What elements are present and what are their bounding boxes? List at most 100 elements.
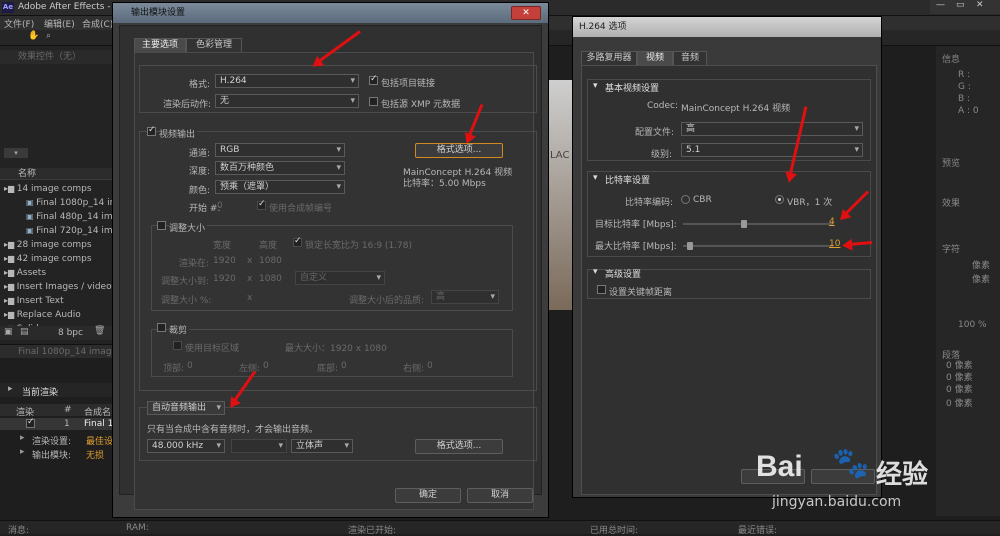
include-project-link-checkbox[interactable] [369, 74, 378, 85]
crop-bottom-value[interactable]: 0 [341, 361, 347, 371]
composition-icon: ▣ [26, 198, 37, 207]
effects-tab[interactable]: 效果 [942, 196, 960, 209]
cancel-button[interactable]: 取消 [467, 488, 533, 503]
menu-file[interactable]: 文件(F) [4, 17, 34, 30]
max-bitrate-value[interactable]: 10 [829, 239, 840, 249]
resize-label: 调整大小 [169, 221, 208, 234]
crop-left-value[interactable]: 0 [263, 361, 269, 371]
audio-format-options-button[interactable]: 格式选项... [415, 439, 503, 454]
hand-tool-icon[interactable]: ✋ [28, 31, 39, 41]
lock-aspect-checkbox[interactable] [293, 236, 302, 247]
output-module-close-button[interactable]: ✕ [511, 6, 541, 20]
post-render-select[interactable]: 无 [215, 94, 359, 108]
menu-edit[interactable]: 编辑(E) [44, 17, 75, 30]
composition-preview: LAC [548, 80, 574, 310]
maximize-icon[interactable]: ▭ [956, 0, 965, 10]
depth-select[interactable]: 数百万种颜色 [215, 161, 345, 175]
project-item[interactable]: ▸▆ Replace Audio [0, 308, 118, 322]
max-bitrate-slider[interactable] [683, 242, 833, 250]
window-controls[interactable]: — ▭ ✕ [930, 0, 1000, 14]
crop-top-value[interactable]: 0 [187, 361, 193, 371]
audio-output-select[interactable]: 自动音频输出 [147, 401, 225, 415]
project-item[interactable]: ▣ Final 1080p_14 image [0, 196, 118, 210]
project-item[interactable]: ▸▆ 42 image comps [0, 252, 118, 266]
project-item[interactable]: ▸▆ Assets [0, 266, 118, 280]
use-roi-checkbox[interactable] [173, 341, 182, 350]
ok-button[interactable]: 确定 [395, 488, 461, 503]
resize-checkbox[interactable] [157, 221, 166, 230]
close-icon[interactable]: ✕ [976, 0, 984, 10]
include-xmp-checkbox[interactable] [369, 97, 378, 106]
color-select[interactable]: 预乘（遮罩） [215, 180, 345, 194]
tab-video[interactable]: 视频 [637, 51, 673, 65]
format-select[interactable]: H.264 [215, 74, 359, 88]
max-bitrate-knob[interactable] [687, 242, 693, 250]
project-item-label: 28 image comps [16, 240, 92, 250]
cbr-radio[interactable] [681, 195, 690, 204]
char-tab[interactable]: 字符 [942, 242, 960, 255]
basic-collapse-icon[interactable]: ▾ [593, 81, 598, 91]
keyframe-checkbox[interactable] [597, 285, 606, 294]
use-comp-frame-checkbox[interactable] [257, 199, 266, 210]
project-item[interactable]: ▸▆ Insert Text [0, 294, 118, 308]
advanced-collapse-icon[interactable]: ▾ [593, 267, 598, 277]
audio-channels-select[interactable]: 立体声 [291, 439, 353, 453]
level-select[interactable]: 5.1 [681, 143, 863, 157]
preview-tab[interactable]: 预览 [942, 156, 960, 169]
menu-composition[interactable]: 合成(C) [82, 17, 113, 30]
start-label: 开始 #: [189, 204, 221, 214]
crop-checkbox[interactable] [157, 323, 166, 332]
resize-height-value[interactable]: 1080 [259, 274, 282, 284]
render-queue-label: 当前渲染 [22, 388, 59, 398]
project-item[interactable]: ▸▆ Insert Images / video [0, 280, 118, 294]
timeline-tab[interactable]: Final 1080p_14 images [0, 344, 122, 358]
render-row[interactable]: 1 Final 1 [0, 417, 118, 430]
basic-section-title: 基本视频设置 [605, 84, 660, 94]
render-settings-value[interactable]: 最佳设 [86, 434, 113, 447]
output-module-value[interactable]: 无损 [86, 448, 104, 461]
target-bitrate-knob[interactable] [741, 220, 747, 228]
target-bitrate-slider[interactable] [683, 220, 833, 228]
comp-new-icon[interactable]: ▤ [20, 327, 29, 337]
minimize-icon[interactable]: — [936, 0, 945, 10]
project-item-label: Final 480p_14 image [36, 212, 118, 222]
resize-width-value[interactable]: 1920 [213, 274, 236, 284]
sample-rate-select[interactable]: 48.000 kHz [147, 439, 225, 453]
tab-color-management[interactable]: 色彩管理 [186, 38, 242, 52]
resize-pct-label: 调整大小 %: [161, 296, 212, 306]
tab-audio[interactable]: 音频 [673, 51, 707, 65]
tab-main-options[interactable]: 主要选项 [134, 38, 186, 52]
bitrate-collapse-icon[interactable]: ▾ [593, 173, 598, 183]
expand-icon[interactable]: ▸ [20, 447, 25, 457]
vbr-radio[interactable] [775, 195, 784, 204]
project-item[interactable]: ▣ Final 720p_14 image [0, 224, 118, 238]
render-row-index: 1 [64, 419, 70, 429]
channels-select[interactable]: RGB [215, 143, 345, 157]
resize-quality-select[interactable]: 高 [431, 290, 499, 304]
format-options-button[interactable]: 格式选项... [415, 143, 503, 158]
resize-preset-select[interactable]: 自定义 [295, 271, 385, 285]
tab-multiplexer[interactable]: 多路复用器 [581, 51, 637, 65]
crop-left-label: 左侧: [239, 364, 261, 374]
bpc-label[interactable]: 8 bpc [58, 328, 83, 338]
crop-right-value[interactable]: 0 [427, 361, 433, 371]
expand-icon[interactable]: ▸ [20, 433, 25, 443]
render-row-checkbox[interactable] [26, 417, 35, 428]
project-dropdown[interactable]: ▾ [4, 148, 28, 158]
project-item-label: Final 720p_14 image [36, 226, 118, 236]
target-bitrate-value[interactable]: 4 [829, 217, 835, 227]
project-item[interactable]: ▣ Final 480p_14 image [0, 210, 118, 224]
info-tab[interactable]: 信息 [942, 52, 960, 65]
name-column-header[interactable]: 名称 [0, 169, 36, 179]
trash-icon[interactable]: 🗑 [94, 326, 105, 336]
bit-depth-select[interactable] [231, 439, 287, 453]
video-output-label: 视频输出 [159, 127, 198, 140]
zoom-tool-icon[interactable]: ⌕ [46, 31, 51, 41]
project-item[interactable]: ▸▆ 28 image comps [0, 238, 118, 252]
render-queue-toggle-icon[interactable]: ▸ [8, 384, 13, 394]
folder-new-icon[interactable]: ▣ [4, 327, 13, 337]
profile-select[interactable]: 高 [681, 122, 863, 136]
status-render-started: 渲染已开始: [348, 526, 397, 536]
project-item[interactable]: ▸▆ 14 image comps [0, 182, 118, 196]
video-output-checkbox[interactable] [147, 125, 156, 136]
